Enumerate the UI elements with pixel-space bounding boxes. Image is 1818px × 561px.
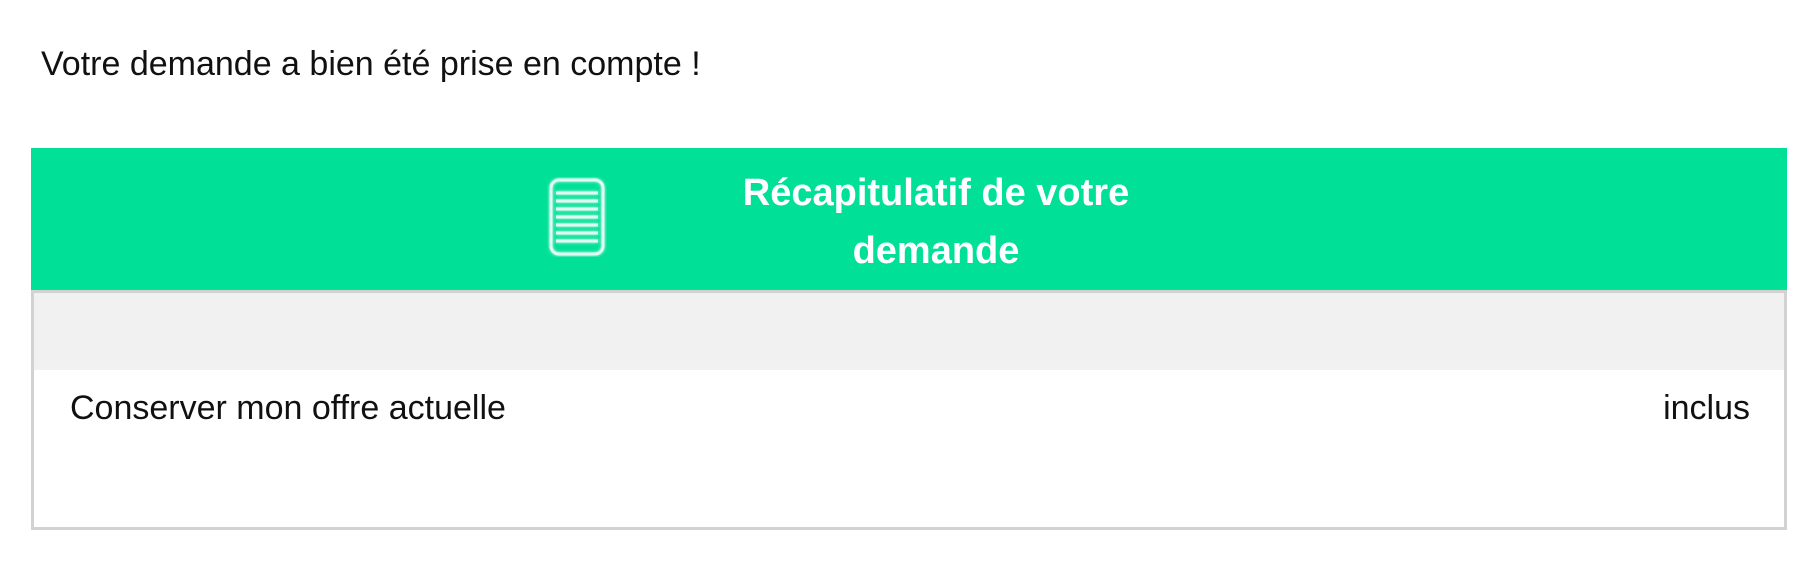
summary-item-row: Conserver mon offre actuelle inclus bbox=[34, 370, 1784, 490]
document-lines-icon bbox=[549, 178, 605, 256]
summary-body: Conserver mon offre actuelle inclus bbox=[31, 290, 1787, 530]
summary-title: Récapitulatif de votre demande bbox=[742, 172, 1130, 272]
request-summary: Récapitulatif de votre demande Conserver… bbox=[31, 148, 1787, 530]
item-label: Conserver mon offre actuelle bbox=[70, 389, 506, 427]
summary-header: Récapitulatif de votre demande bbox=[31, 148, 1787, 290]
item-price: inclus bbox=[1663, 389, 1750, 427]
confirmation-message: Votre demande a bien été prise en compte… bbox=[41, 45, 701, 83]
summary-spacer-band bbox=[34, 290, 1784, 370]
